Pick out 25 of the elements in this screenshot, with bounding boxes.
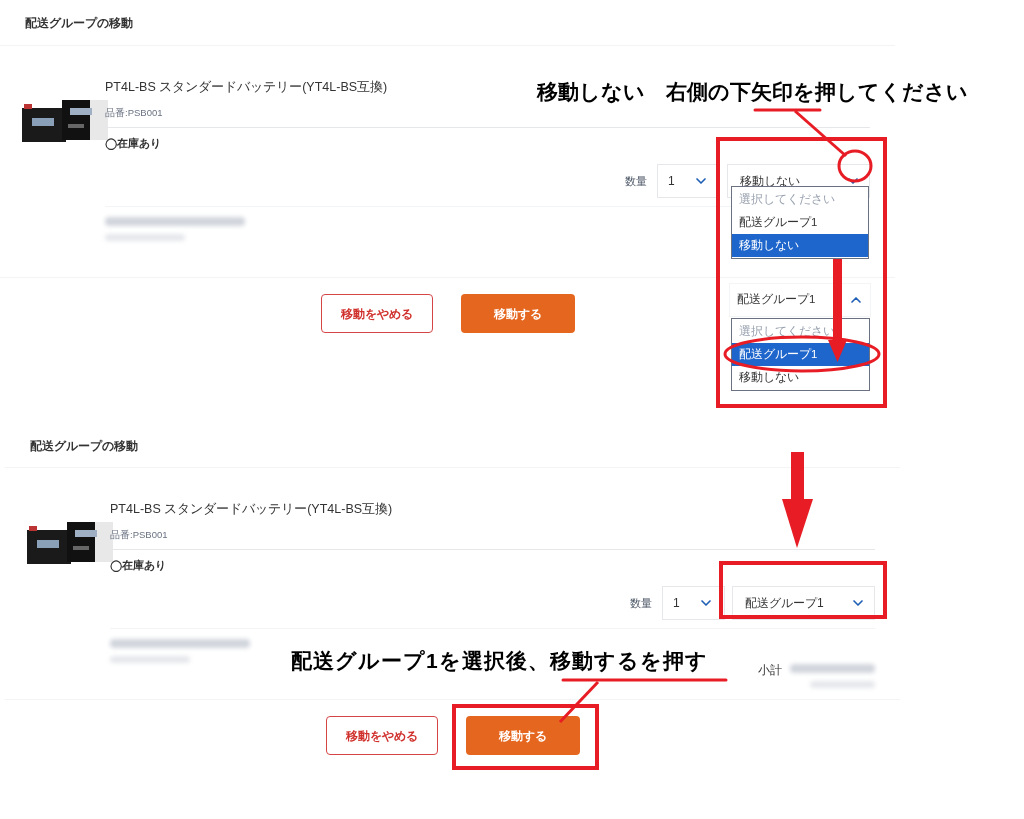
product-code: 品番:PSB001 [105, 107, 163, 118]
cancel-button[interactable]: 移動をやめる [320, 294, 433, 333]
quantity-select[interactable]: 1 [662, 586, 725, 620]
group-select[interactable]: 配送グループ1 [732, 586, 875, 620]
product-name: PT4L-BS スタンダードバッテリー(YT4L-BS互換) [105, 80, 388, 94]
move-button[interactable]: 移動する [460, 294, 575, 333]
underline-mark [753, 108, 822, 112]
move-button[interactable]: 移動する [465, 716, 580, 755]
section-title: 配送グループの移動 [30, 438, 138, 455]
instruction-text: 移動しない 右側の下矢印を押してください [537, 79, 968, 106]
product-name: PT4L-BS スタンダードバッテリー(YT4L-BS互換) [110, 502, 393, 516]
subtotal-label: 小計 [758, 662, 782, 679]
stock-status: ◯在庫あり [105, 137, 161, 149]
leader-line [558, 680, 600, 724]
group-select[interactable]: 配送グループ1 [729, 283, 871, 317]
highlight-circle [837, 149, 873, 183]
quantity-label: 数量 [630, 595, 652, 611]
leader-line [794, 109, 847, 158]
instruction-text: 配送グループ1を選択後、移動するを押す [291, 648, 708, 674]
stock-status: ◯在庫あり [110, 559, 166, 571]
product-code: 品番:PSB001 [110, 529, 168, 540]
section-title: 配送グループの移動 [25, 14, 133, 32]
cancel-button[interactable]: 移動をやめる [325, 716, 438, 755]
dropdown-option[interactable]: 移動しない [732, 234, 868, 257]
quantity-label: 数量 [625, 173, 647, 189]
